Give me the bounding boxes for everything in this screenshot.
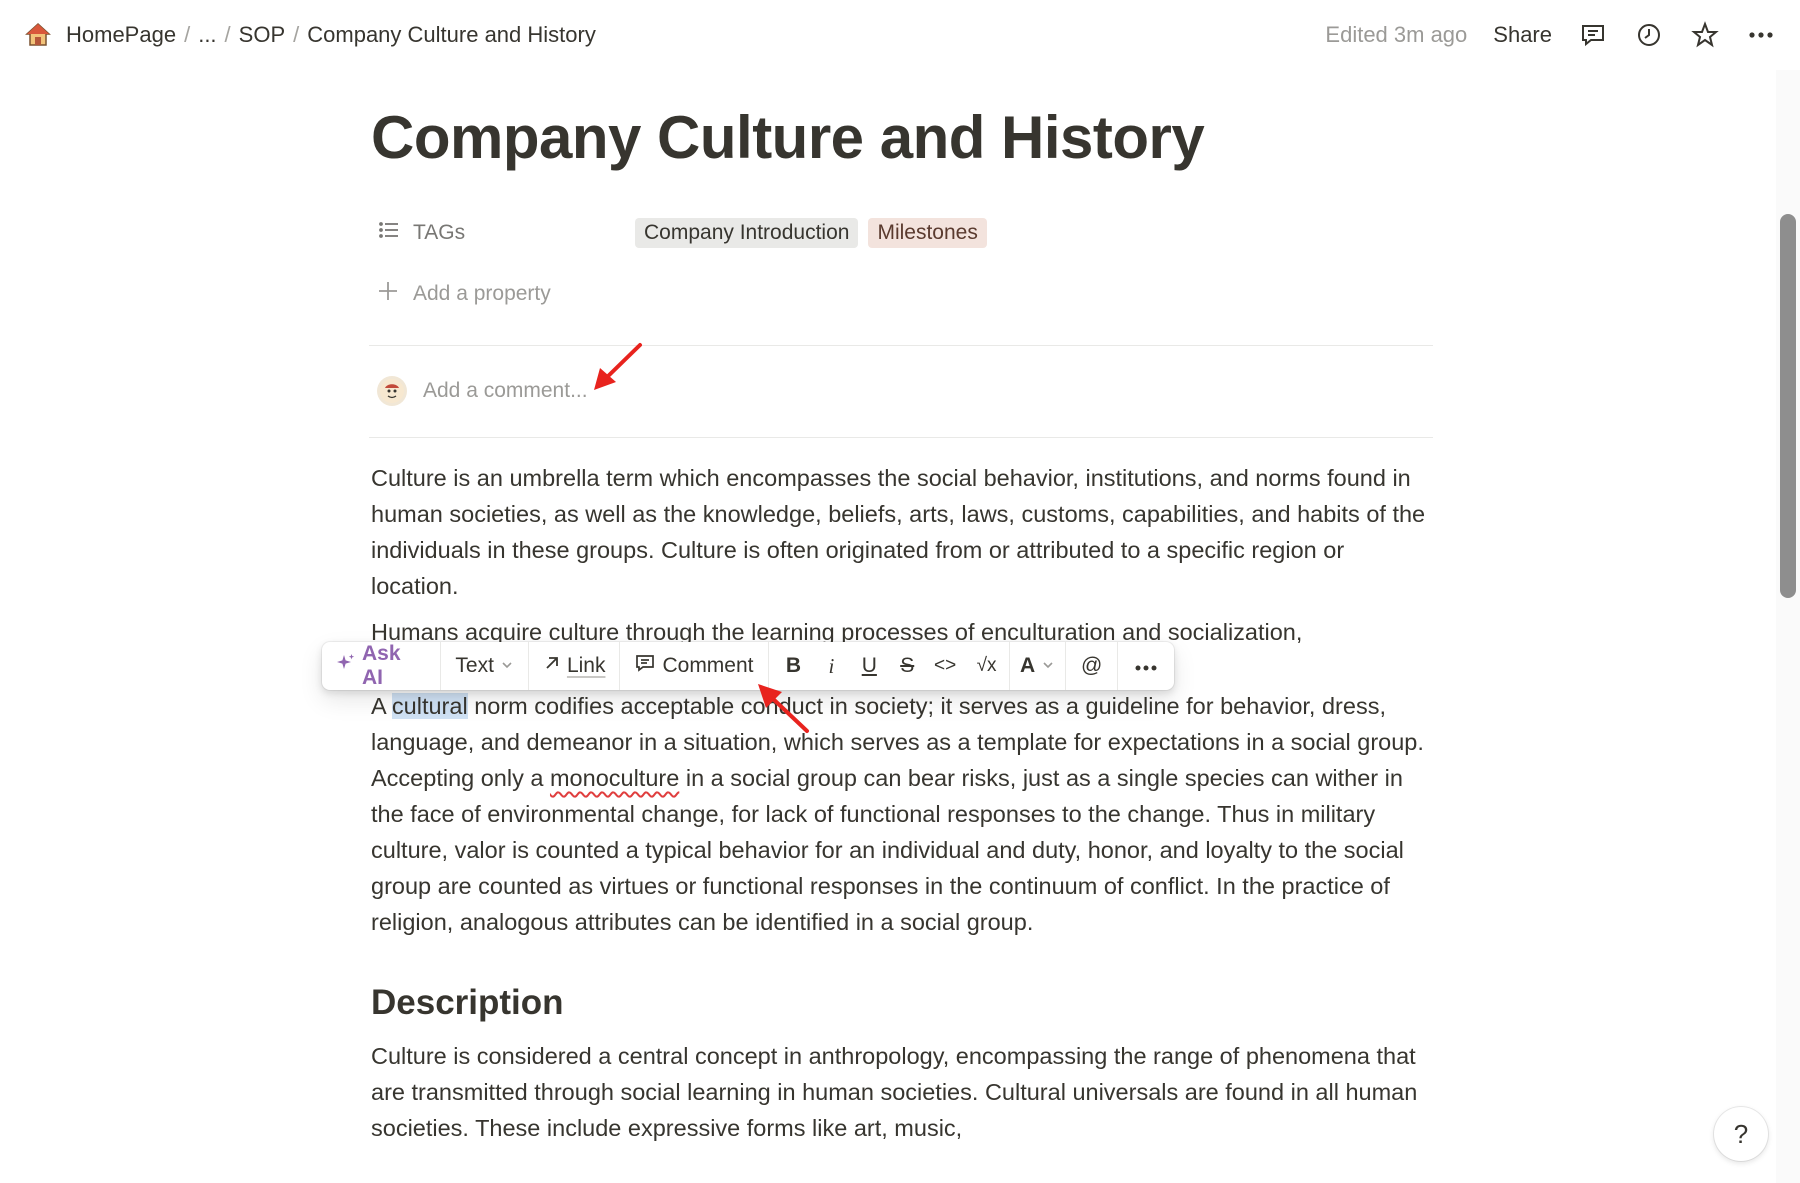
edited-status: Edited 3m ago xyxy=(1325,22,1468,47)
favorite-star-icon[interactable] xyxy=(1690,20,1720,50)
breadcrumb-current[interactable]: Company Culture and History xyxy=(303,18,600,52)
ask-ai-button[interactable]: Ask AI xyxy=(322,642,442,690)
link-button[interactable]: Link xyxy=(529,642,621,690)
plus-icon xyxy=(377,280,399,308)
comment-icon xyxy=(634,652,656,680)
topbar: HomePage / ... / SOP / Company Culture a… xyxy=(0,0,1800,70)
tag-company-introduction[interactable]: Company Introduction xyxy=(635,218,859,248)
more-dots-icon xyxy=(1134,654,1158,678)
italic-button[interactable]: i xyxy=(812,642,850,690)
comment-input[interactable]: Add a comment... xyxy=(423,379,588,403)
document-body[interactable]: Culture is an umbrella term which encomp… xyxy=(371,460,1433,1156)
sparkle-icon xyxy=(336,653,356,679)
page-title[interactable]: Company Culture and History xyxy=(371,100,1433,175)
breadcrumb-separator: / xyxy=(293,22,300,47)
avatar xyxy=(377,376,407,406)
history-clock-icon[interactable] xyxy=(1634,20,1664,50)
property-name[interactable]: TAGs xyxy=(377,218,635,248)
home-page-icon xyxy=(24,21,52,49)
chevron-down-icon xyxy=(1041,654,1055,678)
underline-button[interactable]: U xyxy=(850,642,888,690)
chevron-down-icon xyxy=(500,654,514,678)
mention-button[interactable]: @ xyxy=(1066,642,1119,690)
breadcrumb-separator: / xyxy=(224,22,231,47)
breadcrumb: HomePage / ... / SOP / Company Culture a… xyxy=(24,18,600,52)
breadcrumb-home[interactable]: HomePage xyxy=(62,18,180,52)
paragraph-3[interactable]: A cultural norm codifies acceptable cond… xyxy=(371,688,1433,940)
help-button[interactable]: ? xyxy=(1714,1107,1768,1161)
breadcrumb-sop[interactable]: SOP xyxy=(235,18,289,52)
property-label: TAGs xyxy=(413,221,466,244)
comments-icon[interactable] xyxy=(1578,20,1608,50)
property-row-tags[interactable]: TAGs Company Introduction Milestones xyxy=(377,218,1427,248)
breadcrumb-ellipsis[interactable]: ... xyxy=(194,18,220,52)
text-color-button[interactable]: A xyxy=(1010,642,1067,690)
ask-ai-label: Ask AI xyxy=(362,642,401,689)
annotation-arrow xyxy=(594,343,642,390)
bold-button[interactable]: B xyxy=(775,642,813,690)
tag-milestones[interactable]: Milestones xyxy=(868,218,987,248)
comment-label: Comment xyxy=(662,654,754,677)
tag-list[interactable]: Company Introduction Milestones xyxy=(635,218,987,248)
divider xyxy=(369,345,1433,346)
formatting-toolbar: Ask AI Text Link Comment B i U S <> √x A… xyxy=(322,642,1174,690)
text-run: A xyxy=(371,693,392,719)
add-property-button[interactable]: Add a property xyxy=(377,280,551,308)
scrollbar-thumb[interactable] xyxy=(1780,214,1796,598)
divider xyxy=(369,437,1433,438)
text-color-label: A xyxy=(1020,654,1036,677)
text-type-label: Text xyxy=(455,654,494,677)
list-icon xyxy=(377,218,401,248)
add-property-label: Add a property xyxy=(413,282,551,305)
heading-description[interactable]: Description xyxy=(371,980,1433,1026)
paragraph-4[interactable]: Culture is considered a central concept … xyxy=(371,1038,1433,1146)
more-formatting-button[interactable] xyxy=(1118,642,1174,690)
share-button[interactable]: Share xyxy=(1493,22,1552,48)
misspelled-word[interactable]: monoculture xyxy=(550,765,679,791)
more-options-icon[interactable] xyxy=(1746,20,1776,50)
paragraph-1[interactable]: Culture is an umbrella term which encomp… xyxy=(371,460,1433,604)
comment-input-row[interactable]: Add a comment... xyxy=(377,376,588,406)
text-type-dropdown[interactable]: Text xyxy=(441,642,529,690)
comment-button[interactable]: Comment xyxy=(620,642,769,690)
link-label: Link xyxy=(566,654,606,677)
math-equation-button[interactable]: √x xyxy=(964,642,1011,690)
page-content: Company Culture and History TAGs Company… xyxy=(369,100,1433,1141)
code-button[interactable]: <> xyxy=(926,642,964,690)
breadcrumb-separator: / xyxy=(184,22,191,47)
selected-text[interactable]: cultural xyxy=(391,693,468,719)
link-arrow-icon xyxy=(543,654,561,678)
strikethrough-button[interactable]: S xyxy=(888,642,926,690)
